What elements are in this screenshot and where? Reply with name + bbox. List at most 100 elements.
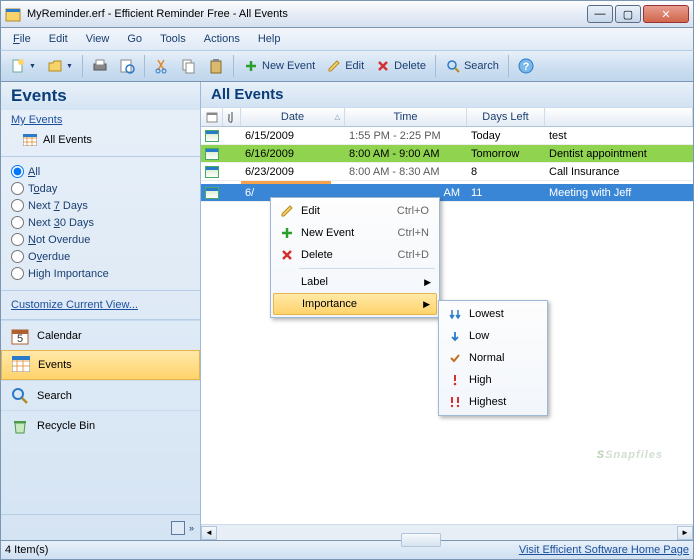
sidebar-toggle-1[interactable] <box>171 521 185 535</box>
plus-icon <box>243 58 259 74</box>
cell-time: 1:55 PM - 2:25 PM <box>345 127 467 144</box>
importance-normal[interactable]: Normal <box>441 347 545 369</box>
customize-view-link[interactable]: Customize Current View... <box>1 291 200 320</box>
col-subject[interactable] <box>545 108 693 126</box>
col-date[interactable]: Date△ <box>241 108 345 126</box>
tree-all-events[interactable]: All Events <box>1 130 200 150</box>
svg-text:5: 5 <box>17 333 23 345</box>
filter-high-importance[interactable]: High Importance <box>1 265 200 282</box>
print-preview-button[interactable] <box>114 54 140 78</box>
scroll-thumb[interactable] <box>401 533 441 547</box>
paste-button[interactable] <box>203 54 229 78</box>
chevron-icon[interactable]: » <box>189 523 194 533</box>
pencil-icon <box>326 58 342 74</box>
search-button[interactable]: Search <box>440 54 504 78</box>
tree-all-events-label: All Events <box>43 134 92 146</box>
event-icon <box>205 187 219 199</box>
col-type[interactable] <box>201 108 223 126</box>
print-button[interactable] <box>87 54 113 78</box>
col-attach[interactable] <box>223 108 241 126</box>
open-button[interactable]: ▼ <box>42 54 78 78</box>
window-title: MyReminder.erf - Efficient Reminder Free… <box>27 8 587 20</box>
table-row[interactable]: 6/16/2009 8:00 AM - 9:00 AM Tomorrow Den… <box>201 145 693 163</box>
filter-all[interactable]: All <box>1 163 200 180</box>
table-row[interactable]: 6/23/2009 8:00 AM - 8:30 AM 8 Call Insur… <box>201 163 693 181</box>
filter-next7[interactable]: Next 7 Days <box>1 197 200 214</box>
cell-subject: Call Insurance <box>545 163 693 180</box>
my-events-link[interactable]: My Events <box>1 110 200 130</box>
sort-asc-icon: △ <box>335 113 340 121</box>
nav-calendar-label: Calendar <box>37 330 82 342</box>
importance-submenu: Lowest Low Normal High Highest <box>438 300 548 416</box>
main-heading: All Events <box>201 82 693 107</box>
scroll-right-button[interactable]: ► <box>677 526 693 540</box>
nav-events-label: Events <box>38 359 72 371</box>
importance-high[interactable]: High <box>441 369 545 391</box>
cell-time: 8:00 AM - 8:30 AM <box>345 163 467 180</box>
svg-text:?: ? <box>522 61 529 73</box>
ctx-label[interactable]: Label▶ <box>273 271 437 293</box>
nav-search-label: Search <box>37 390 72 402</box>
chevron-right-icon: ▶ <box>424 277 433 288</box>
h-scrollbar[interactable]: ◄ ► <box>201 524 693 540</box>
minimize-button[interactable]: — <box>587 5 613 23</box>
new-event-button[interactable]: New Event <box>238 54 320 78</box>
scroll-left-button[interactable]: ◄ <box>201 526 217 540</box>
context-menu: EditCtrl+O New EventCtrl+N DeleteCtrl+D … <box>270 197 440 318</box>
close-button[interactable]: ✕ <box>643 5 689 23</box>
importance-lowest[interactable]: Lowest <box>441 303 545 325</box>
plus-icon <box>277 227 297 239</box>
cell-date: 6/15/2009 <box>241 127 345 144</box>
events-icon <box>12 356 30 374</box>
cut-button[interactable] <box>149 54 175 78</box>
copy-button[interactable] <box>176 54 202 78</box>
importance-low[interactable]: Low <box>441 325 545 347</box>
label-indicator <box>241 181 331 184</box>
app-icon <box>5 6 21 22</box>
menu-file[interactable]: File <box>5 31 39 47</box>
filter-overdue[interactable]: Overdue <box>1 248 200 265</box>
menu-help[interactable]: Help <box>250 31 289 47</box>
cell-subject: Meeting with Jeff <box>545 184 693 201</box>
filter-not-overdue[interactable]: Not Overdue <box>1 231 200 248</box>
menu-actions[interactable]: Actions <box>196 31 248 47</box>
help-button[interactable]: ? <box>513 54 539 78</box>
nav-calendar[interactable]: 5 Calendar <box>1 320 200 350</box>
menu-view[interactable]: View <box>78 31 118 47</box>
filter-today[interactable]: Today <box>1 180 200 197</box>
col-time[interactable]: Time <box>345 108 467 126</box>
ctx-edit[interactable]: EditCtrl+O <box>273 200 437 222</box>
cell-time: 8:00 AM - 9:00 AM <box>345 145 467 162</box>
x-icon <box>375 58 391 74</box>
double-exclaim-icon <box>445 395 465 409</box>
filter-next30[interactable]: Next 30 Days <box>1 214 200 231</box>
table-row[interactable]: 6/15/2009 1:55 PM - 2:25 PM Today test <box>201 127 693 145</box>
edit-button[interactable]: Edit <box>321 54 369 78</box>
nav-search[interactable]: Search <box>1 380 200 410</box>
maximize-button[interactable]: ▢ <box>615 5 641 23</box>
ctx-importance[interactable]: Importance▶ <box>273 293 437 315</box>
calendar-grid-icon <box>23 134 37 146</box>
nav-events[interactable]: Events <box>1 350 200 380</box>
nav-recycle-label: Recycle Bin <box>37 420 95 432</box>
menu-go[interactable]: Go <box>119 31 150 47</box>
calendar-icon: 5 <box>11 327 29 345</box>
col-days-left[interactable]: Days Left <box>467 108 545 126</box>
importance-highest[interactable]: Highest <box>441 391 545 413</box>
cell-date: 6/16/2009 <box>241 145 345 162</box>
ctx-delete[interactable]: DeleteCtrl+D <box>273 244 437 266</box>
ctx-new-event[interactable]: New EventCtrl+N <box>273 222 437 244</box>
menubar: File Edit View Go Tools Actions Help <box>0 28 694 50</box>
menu-edit[interactable]: Edit <box>41 31 76 47</box>
filter-group: All Today Next 7 Days Next 30 Days Not O… <box>1 156 200 291</box>
menu-tools[interactable]: Tools <box>152 31 194 47</box>
toolbar: ▼ ▼ New Event Edit Delete Search ? <box>0 50 694 82</box>
down-arrow-icon <box>445 330 465 342</box>
statusbar: 4 Item(s) Visit Efficient Software Home … <box>0 540 694 560</box>
x-icon <box>277 249 297 261</box>
nav-recycle[interactable]: Recycle Bin <box>1 410 200 440</box>
home-page-link[interactable]: Visit Efficient Software Home Page <box>519 544 689 556</box>
delete-button[interactable]: Delete <box>370 54 431 78</box>
table-header: Date△ Time Days Left <box>201 107 693 127</box>
new-file-button[interactable]: ▼ <box>5 54 41 78</box>
